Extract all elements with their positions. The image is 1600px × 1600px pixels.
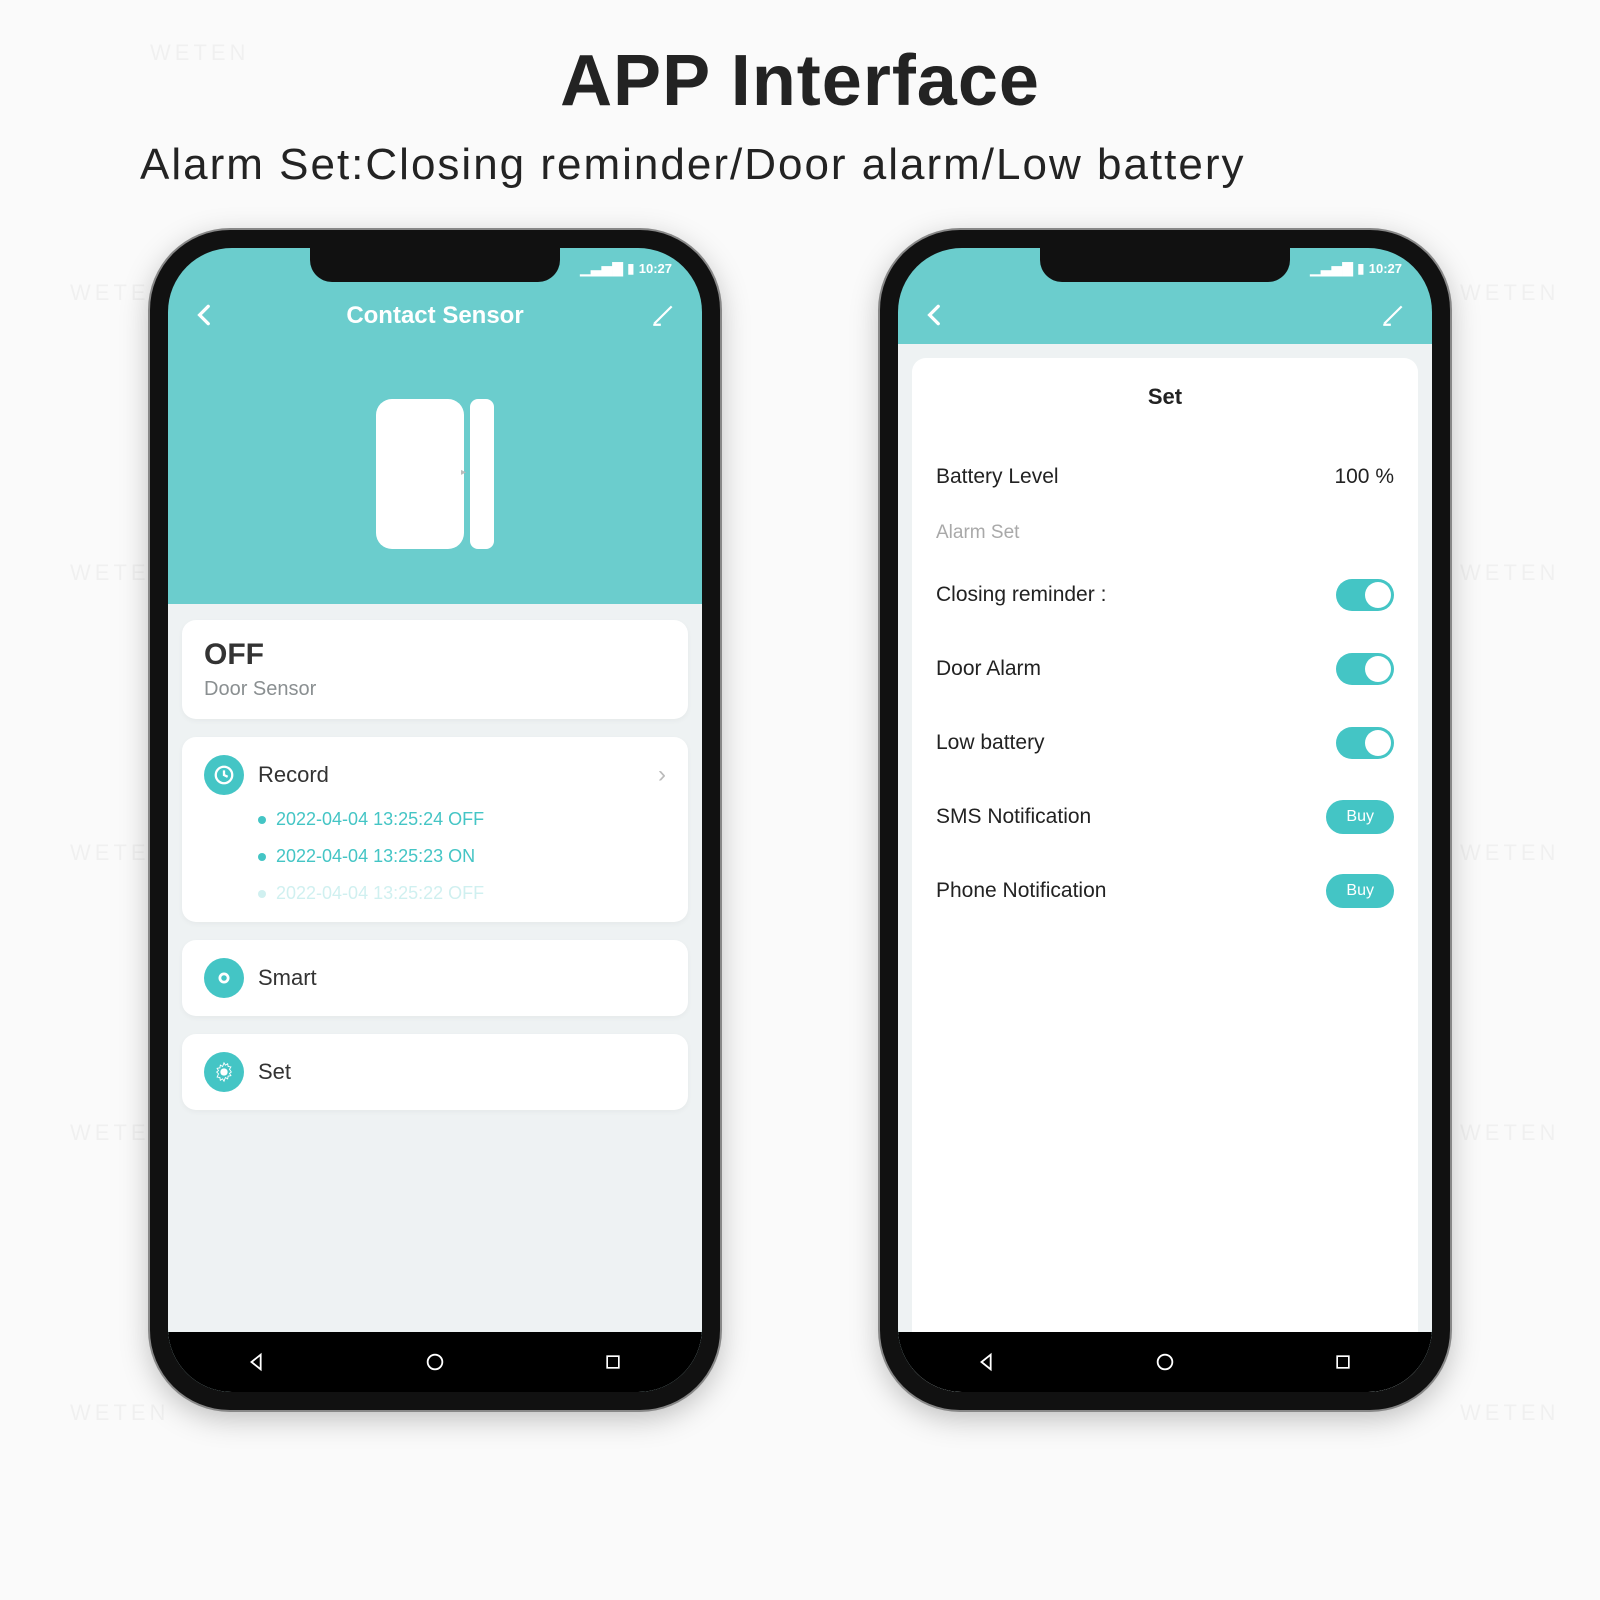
chevron-right-icon: › — [658, 761, 666, 789]
nav-home-button[interactable] — [1150, 1347, 1180, 1377]
android-navbar — [168, 1332, 702, 1392]
low-battery-label: Low battery — [936, 731, 1045, 755]
sensor-body-icon: ▸ — [376, 399, 464, 549]
android-navbar — [898, 1332, 1432, 1392]
panel-title: Set — [936, 384, 1394, 410]
signal-icon: ▁▃▅▇ — [580, 260, 623, 277]
low-battery-toggle[interactable] — [1336, 727, 1394, 759]
phone-mock-right: ▁▃▅▇ ▮ 10:27 Set Batter — [880, 230, 1450, 1410]
sms-notification-label: SMS Notification — [936, 805, 1091, 829]
sensor-strip-icon — [470, 399, 494, 549]
settings-panel: Set Battery Level 100 % Alarm Set Closin… — [912, 358, 1418, 1392]
edit-button[interactable] — [1380, 302, 1408, 330]
back-button[interactable] — [922, 302, 948, 328]
record-item: 2022-04-04 13:25:24 OFF — [258, 809, 666, 830]
page-title: APP Interface — [0, 0, 1600, 122]
closing-reminder-row: Closing reminder : — [936, 558, 1394, 632]
closing-reminder-label: Closing reminder : — [936, 583, 1106, 607]
status-card: OFF Door Sensor — [182, 620, 688, 719]
nav-back-button[interactable] — [972, 1347, 1002, 1377]
sensor-graphic: ▸ — [376, 399, 494, 549]
door-alarm-toggle[interactable] — [1336, 653, 1394, 685]
smart-icon — [204, 958, 244, 998]
record-label: Record — [258, 762, 329, 788]
phone-mock-left: ▁▃▅▇ ▮ 10:27 Contact Sensor — [150, 230, 720, 1410]
set-card[interactable]: Set — [182, 1034, 688, 1110]
record-card[interactable]: Record › 2022-04-04 13:25:24 OFF 2022-04… — [182, 737, 688, 922]
status-time: 10:27 — [1369, 261, 1402, 276]
screen-title: Contact Sensor — [346, 302, 523, 330]
topbar: Contact Sensor — [168, 288, 702, 344]
door-alarm-label: Door Alarm — [936, 657, 1041, 681]
sensor-state-value: OFF — [204, 638, 666, 672]
nav-home-button[interactable] — [420, 1347, 450, 1377]
back-button[interactable] — [192, 302, 218, 328]
low-battery-row: Low battery — [936, 706, 1394, 780]
set-label: Set — [258, 1059, 291, 1085]
topbar — [898, 288, 1432, 344]
sms-buy-button[interactable]: Buy — [1326, 800, 1394, 834]
battery-label: Battery Level — [936, 465, 1059, 489]
sms-notification-row: SMS Notification Buy — [936, 780, 1394, 854]
smart-label: Smart — [258, 965, 317, 991]
battery-icon: ▮ — [1357, 260, 1365, 277]
edit-button[interactable] — [650, 302, 678, 330]
nav-recents-button[interactable] — [1328, 1347, 1358, 1377]
signal-icon: ▁▃▅▇ — [1310, 260, 1353, 277]
battery-row: Battery Level 100 % — [936, 440, 1394, 514]
phone-notification-label: Phone Notification — [936, 879, 1106, 903]
gear-icon — [204, 1052, 244, 1092]
phone-notification-row: Phone Notification Buy — [936, 854, 1394, 928]
section-heading: Alarm Set — [936, 514, 1394, 558]
nav-back-button[interactable] — [242, 1347, 272, 1377]
battery-icon: ▮ — [627, 260, 635, 277]
record-item: 2022-04-04 13:25:23 ON — [258, 846, 666, 867]
page-subtitle: Alarm Set:Closing reminder/Door alarm/Lo… — [0, 122, 1600, 190]
clock-icon — [204, 755, 244, 795]
phone-notch — [1040, 248, 1290, 282]
phone-notch — [310, 248, 560, 282]
nav-recents-button[interactable] — [598, 1347, 628, 1377]
record-item: 2022-04-04 13:25:22 OFF — [258, 883, 666, 904]
smart-card[interactable]: Smart — [182, 940, 688, 1016]
closing-reminder-toggle[interactable] — [1336, 579, 1394, 611]
sensor-state-label: Door Sensor — [204, 678, 666, 701]
status-time: 10:27 — [639, 261, 672, 276]
battery-value: 100 % — [1334, 465, 1394, 489]
sensor-hero: ▸ — [168, 344, 702, 604]
door-alarm-row: Door Alarm — [936, 632, 1394, 706]
phone-buy-button[interactable]: Buy — [1326, 874, 1394, 908]
